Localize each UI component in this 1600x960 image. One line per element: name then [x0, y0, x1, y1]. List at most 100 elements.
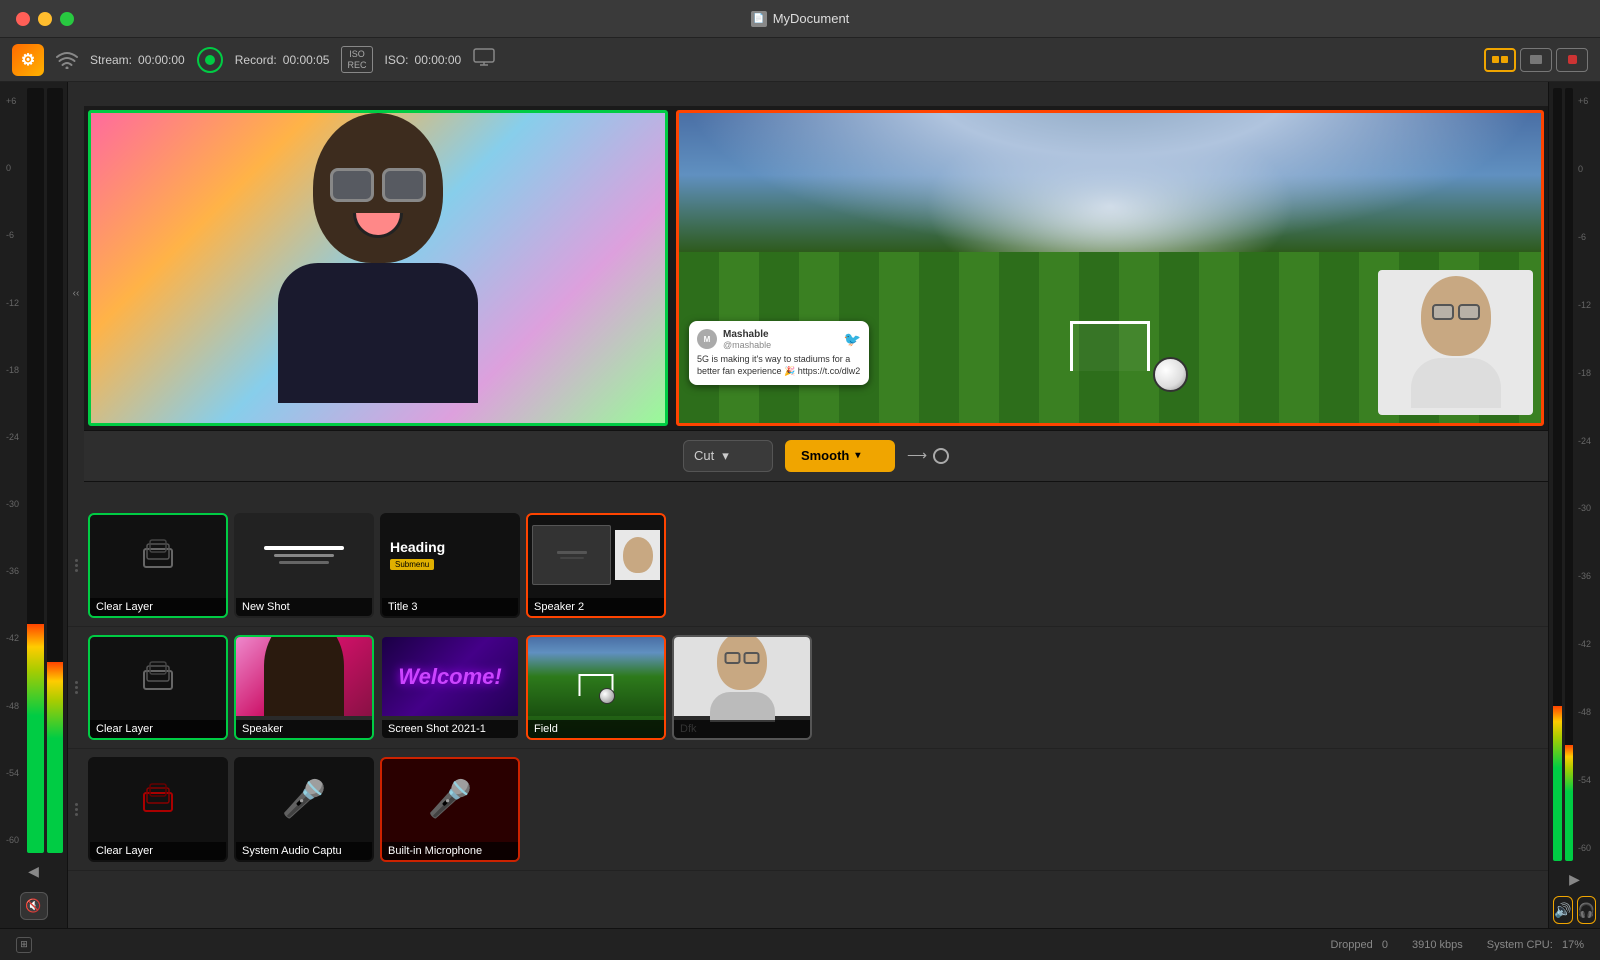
app-logo[interactable]: ⚙ — [12, 44, 44, 76]
grid-dot-2 — [1501, 56, 1508, 63]
panel-collapse-button[interactable]: ‹‹ — [68, 274, 84, 314]
preview-left-panel — [88, 110, 668, 426]
preview-area: M Mashable @mashable 🐦 5G is making it's… — [84, 106, 1548, 482]
pip-glasses — [1432, 304, 1480, 320]
newshot-line-1 — [264, 546, 344, 550]
builtin-mic-icon: 🎤 — [428, 778, 473, 820]
speaker2-pip — [615, 530, 660, 580]
iso-time: 00:00:00 — [415, 53, 462, 67]
monitor-icon[interactable] — [473, 48, 495, 71]
person-body — [278, 263, 478, 403]
tile-dfk[interactable]: Dfk — [672, 635, 812, 740]
iso-status: ISO: 00:00:00 — [385, 53, 462, 67]
audio-headphone-button[interactable]: 🎧 — [1577, 896, 1597, 924]
newshot-line-2 — [274, 554, 334, 557]
alt-rect — [1568, 55, 1577, 64]
scene-row-1: Clear Layer New Shot Hea — [68, 505, 1548, 627]
maximize-button[interactable] — [60, 12, 74, 26]
smooth-button[interactable]: Smooth ▾ — [785, 440, 895, 472]
twitter-account-info: Mashable @mashable — [723, 329, 771, 350]
vu-bars-left — [27, 88, 63, 853]
tile-clear-layer-2[interactable]: Clear Layer — [88, 635, 228, 740]
wifi-icon[interactable] — [56, 51, 78, 69]
pip-body — [1411, 358, 1501, 408]
transition-circle — [933, 448, 949, 464]
tile-title-3[interactable]: Heading Submenu Title 3 — [380, 513, 520, 618]
statusbar-icon[interactable]: ⊞ — [16, 937, 32, 953]
tile-label-speaker-2: Speaker 2 — [528, 598, 664, 616]
logo-icon: ⚙ — [21, 50, 35, 70]
scene-row-3: Clear Layer 🎤 System Audio Captu 🎤 — [68, 749, 1548, 871]
person-glasses — [323, 168, 433, 203]
window-title: 📄 MyDocument — [751, 11, 850, 27]
speaker-person — [236, 637, 372, 716]
title3-content: Heading Submenu — [382, 515, 518, 594]
close-button[interactable] — [16, 12, 30, 26]
vu-right-collapse-button[interactable]: ▶ — [1549, 867, 1600, 892]
tile-screenshot[interactable]: Welcome! Screen Shot 2021-1 — [380, 635, 520, 740]
tile-label-title-3: Title 3 — [382, 598, 518, 616]
cut-dropdown[interactable]: Cut ▾ — [683, 440, 773, 472]
vu-fill-left-1 — [27, 624, 44, 854]
tile-clear-layer-1[interactable]: Clear Layer — [88, 513, 228, 618]
vu-left-collapse-button[interactable]: ◀ — [0, 859, 67, 884]
vu-left-inner: +6 0 -6 -12 -18 -24 -30 -36 -42 -48 -54 … — [0, 82, 67, 859]
view-alt-button[interactable] — [1556, 48, 1588, 72]
row-3-handle[interactable] — [68, 749, 84, 870]
minimize-button[interactable] — [38, 12, 52, 26]
preview-right-panel: M Mashable @mashable 🐦 5G is making it's… — [676, 110, 1544, 426]
tile-label-builtin-mic: Built-in Microphone — [382, 842, 518, 860]
dropped-label: Dropped 0 — [1331, 939, 1389, 951]
stream-status: Stream: 00:00:00 — [90, 53, 185, 67]
newshot-content — [236, 515, 372, 594]
welcome-content: Welcome! — [382, 637, 518, 716]
scene-tiles-row-1: Clear Layer New Shot Hea — [84, 505, 1548, 626]
arrow-icon: ⟶ — [907, 447, 927, 464]
tile-speaker[interactable]: Speaker — [234, 635, 374, 740]
view-single-button[interactable] — [1520, 48, 1552, 72]
tile-new-shot[interactable]: New Shot — [234, 513, 374, 618]
tile-label-dfk: Dfk — [674, 720, 810, 738]
preview-frame-right: M Mashable @mashable 🐦 5G is making it's… — [676, 110, 1544, 426]
person-head — [313, 113, 443, 263]
dfk-head — [717, 635, 767, 690]
tile-system-audio[interactable]: 🎤 System Audio Captu — [234, 757, 374, 862]
preview-screens: M Mashable @mashable 🐦 5G is making it's… — [84, 106, 1548, 430]
stadium-roof — [679, 113, 1541, 253]
tile-speaker-2[interactable]: Speaker 2 — [526, 513, 666, 618]
tile-field[interactable]: Field — [526, 635, 666, 740]
tile-clear-layer-3[interactable]: Clear Layer — [88, 757, 228, 862]
title-text: MyDocument — [773, 11, 850, 26]
audio-speaker-button[interactable]: 🔊 — [1553, 896, 1573, 924]
vu-fill-right-1 — [1553, 706, 1562, 861]
row-2-handle[interactable] — [68, 627, 84, 748]
speaker2-content — [528, 515, 664, 594]
vu-left-mute-button[interactable]: 🔇 — [20, 892, 48, 920]
document-icon: 📄 — [751, 11, 767, 27]
scenes-area: Clear Layer New Shot Hea — [68, 505, 1548, 928]
cpu-status: System CPU: 17% — [1487, 939, 1584, 951]
record-button[interactable] — [197, 47, 223, 73]
tile-label-new-shot: New Shot — [236, 598, 372, 616]
goal-post — [1070, 321, 1150, 371]
vu-bar-right-1 — [1553, 88, 1562, 861]
center-panel: ‹‹ — [68, 82, 1548, 928]
record-time: 00:00:05 — [283, 53, 330, 67]
soccer-ball — [1153, 357, 1188, 392]
twitter-card-overlay: M Mashable @mashable 🐦 5G is making it's… — [689, 321, 869, 385]
transition-bar: Cut ▾ Smooth ▾ ⟶ — [84, 430, 1548, 482]
welcome-text: Welcome! — [398, 664, 502, 690]
smooth-label: Smooth — [801, 448, 849, 463]
builtin-mic-content: 🎤 — [382, 759, 518, 838]
tile-builtin-mic[interactable]: 🎤 Built-in Microphone — [380, 757, 520, 862]
vu-labels-right: +6 0 -6 -12 -18 -24 -30 -36 -42 -48 -54 … — [1576, 88, 1596, 861]
twitter-bird-icon: 🐦 — [844, 331, 861, 348]
person-smile — [353, 213, 403, 238]
newshot-line-3 — [279, 561, 329, 564]
vu-bar-left-1 — [27, 88, 44, 853]
view-grid-button[interactable] — [1484, 48, 1516, 72]
tile-label-system-audio: System Audio Captu — [236, 842, 372, 860]
transition-arrow: ⟶ — [907, 447, 949, 464]
dfk-face — [674, 637, 810, 716]
row-1-handle[interactable] — [68, 505, 84, 626]
